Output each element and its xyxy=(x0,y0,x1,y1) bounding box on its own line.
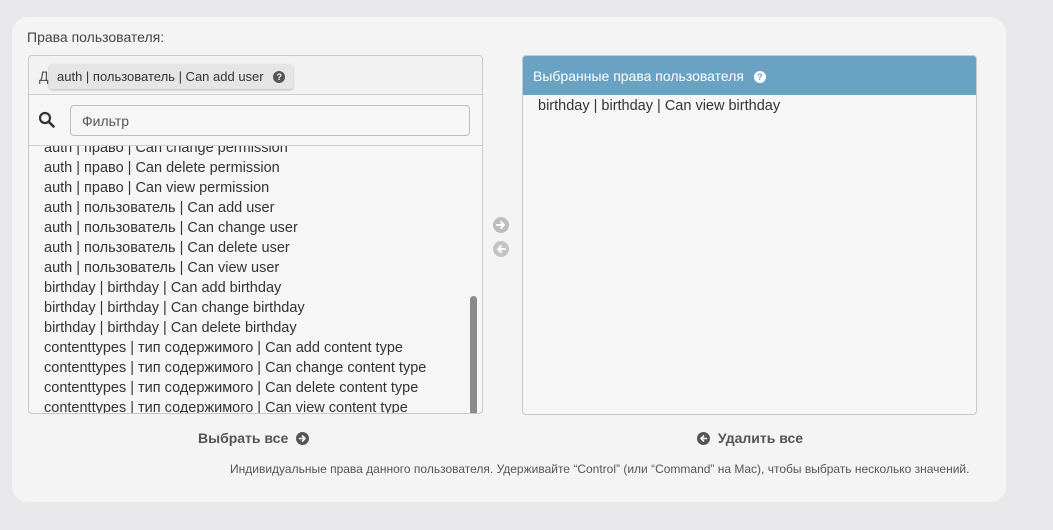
arrow-left-icon xyxy=(697,432,710,445)
list-item[interactable]: auth | право | Can change permission xyxy=(44,146,462,158)
list-item[interactable]: auth | пользователь | Can view user xyxy=(44,258,462,278)
tooltip: auth | пользователь | Can add user ? xyxy=(49,64,294,89)
choose-all-label: Выбрать все xyxy=(198,430,289,446)
help-icon: ? xyxy=(273,71,286,83)
arrow-right-icon xyxy=(296,432,310,445)
chosen-title: Выбранные права пользователя xyxy=(533,68,744,84)
list-item[interactable]: birthday | birthday | Can change birthda… xyxy=(44,298,462,318)
remove-selected-button[interactable] xyxy=(493,241,509,257)
remove-all-label: Удалить все xyxy=(717,430,804,446)
list-item[interactable]: contenttypes | тип содержимого | Can add… xyxy=(44,338,462,358)
search-icon xyxy=(38,111,55,128)
list-item[interactable]: contenttypes | тип содержимого | Can cha… xyxy=(44,358,462,378)
filter-input[interactable] xyxy=(70,105,470,136)
field-label: Права пользователя: xyxy=(27,29,165,45)
filter-row xyxy=(29,96,482,146)
help-text: Индивидуальные права данного пользовател… xyxy=(230,462,970,476)
arrow-right-icon xyxy=(496,221,505,229)
list-item[interactable]: birthday | birthday | Can add birthday xyxy=(44,278,462,298)
chosen-header: Выбранные права пользователя ? xyxy=(523,56,976,95)
help-icon: ? xyxy=(753,71,766,83)
list-item[interactable]: auth | право | Can view permission xyxy=(44,178,462,198)
list-item[interactable]: birthday | birthday | Can view birthday xyxy=(538,96,966,116)
list-item[interactable]: auth | право | Can delete permission xyxy=(44,158,462,178)
available-permissions-box: Д auth | право | Can change permissionau… xyxy=(28,55,483,414)
list-item[interactable]: auth | пользователь | Can delete user xyxy=(44,238,462,258)
arrow-left-icon xyxy=(497,245,506,253)
add-selected-button[interactable] xyxy=(493,217,509,233)
remove-all-button[interactable]: Удалить все xyxy=(697,430,803,446)
list-item[interactable]: birthday | birthday | Can delete birthda… xyxy=(44,318,462,338)
list-item[interactable]: auth | пользователь | Can change user xyxy=(44,218,462,238)
tooltip-text: auth | пользователь | Can add user xyxy=(57,69,264,84)
available-title: Д xyxy=(39,68,49,84)
choose-all-button[interactable]: Выбрать все xyxy=(198,430,310,446)
list-item[interactable]: contenttypes | тип содержимого | Can del… xyxy=(44,378,462,398)
chosen-permissions-box: Выбранные права пользователя ? birthday … xyxy=(522,55,977,415)
available-list[interactable]: auth | право | Can change permission auth… xyxy=(29,146,482,413)
list-item[interactable]: auth | пользователь | Can add user xyxy=(44,198,462,218)
chosen-list[interactable]: birthday | birthday | Can view birthday xyxy=(538,96,966,116)
scrollbar-thumb[interactable] xyxy=(470,296,477,413)
list-item[interactable]: contenttypes | тип содержимого | Can vie… xyxy=(44,398,462,413)
